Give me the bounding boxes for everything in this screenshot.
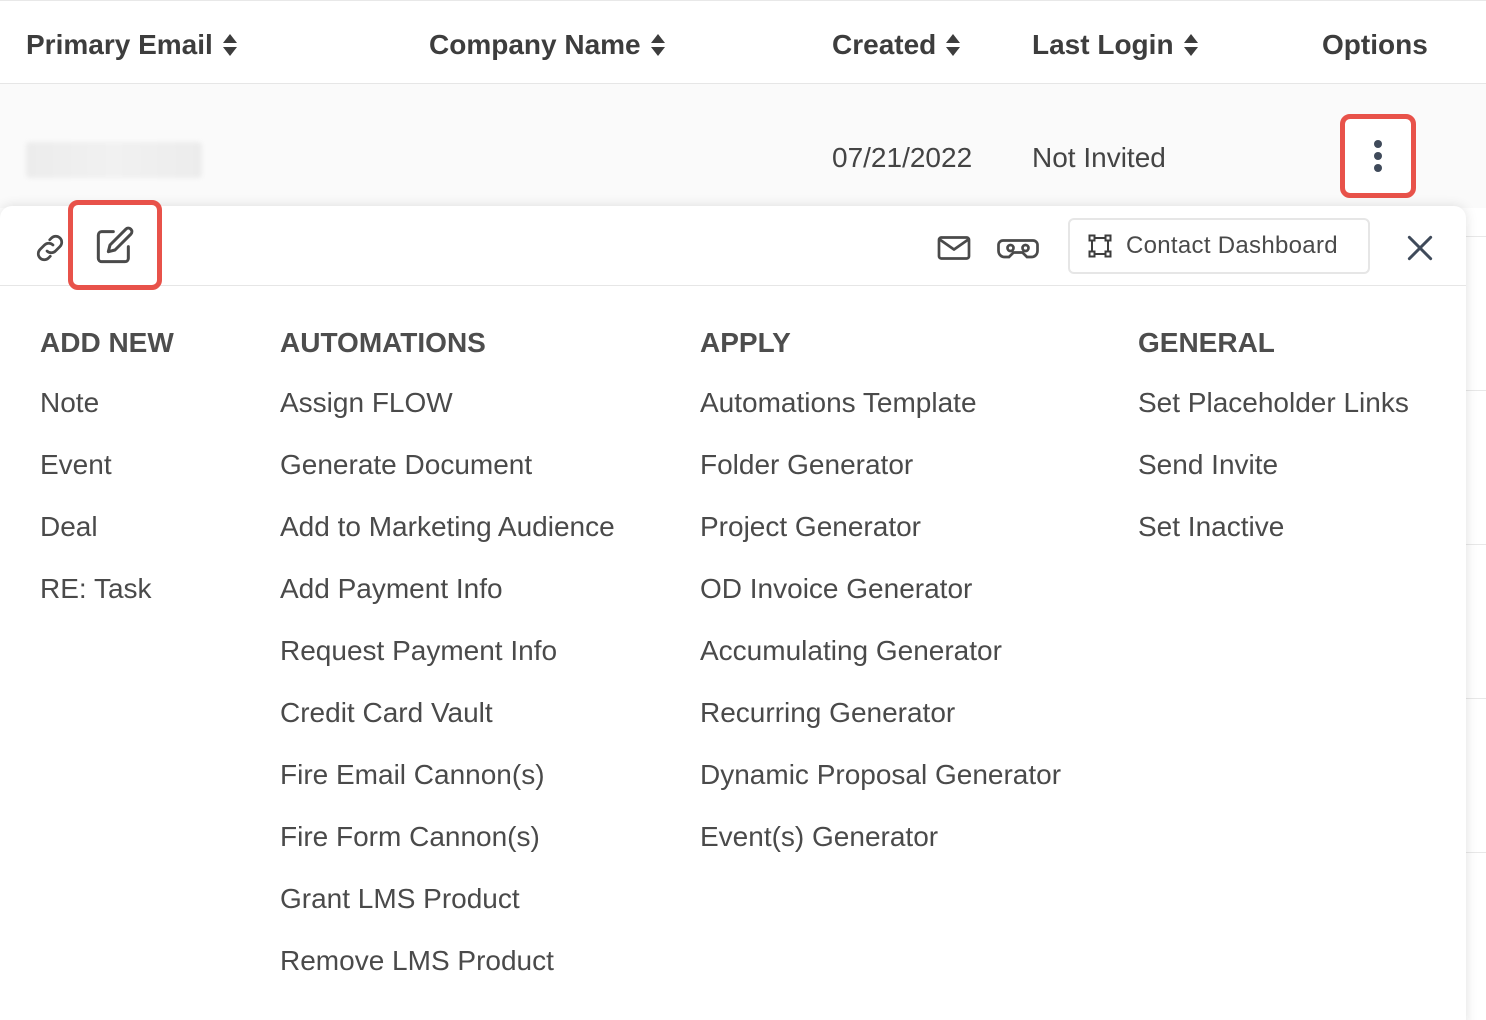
vr-goggles-icon[interactable] [996,228,1040,268]
menu-column-add-new: ADD NEW Note Event Deal RE: Task [40,326,174,634]
created-date: 07/21/2022 [832,142,973,173]
menu-item-recurring-generator[interactable]: Recurring Generator [700,696,1061,758]
column-header-label: Options [1322,29,1428,60]
menu-item-fire-form-cannon[interactable]: Fire Form Cannon(s) [280,820,615,882]
redacted-email [26,142,202,178]
menu-column-automations: AUTOMATIONS Assign FLOW Generate Documen… [280,326,615,1006]
mail-icon[interactable] [934,228,974,268]
menu-item-assign-flow[interactable]: Assign FLOW [280,386,615,448]
last-login-status: Not Invited [1032,142,1166,173]
menu-item-automations-template[interactable]: Automations Template [700,386,1061,448]
column-header-primary-email[interactable]: Primary Email [26,29,239,61]
contact-dashboard-label: Contact Dashboard [1126,232,1338,259]
menu-heading: GENERAL [1138,327,1275,358]
menu-item-send-invite[interactable]: Send Invite [1138,448,1409,510]
menu-item-add-to-marketing-audience[interactable]: Add to Marketing Audience [280,510,615,572]
menu-item-deal[interactable]: Deal [40,510,174,572]
contact-dashboard-button[interactable]: Contact Dashboard [1068,218,1370,274]
column-header-label: Primary Email [26,29,213,60]
sort-icon [1183,34,1198,56]
sort-icon [946,34,961,56]
menu-item-dynamic-proposal-generator[interactable]: Dynamic Proposal Generator [700,758,1061,820]
menu-item-generate-document[interactable]: Generate Document [280,448,615,510]
options-popup-menu: Contact Dashboard ADD NEW Note Event Dea… [0,200,1466,1020]
column-header-created[interactable]: Created [832,29,962,61]
menu-item-od-invoice-generator[interactable]: OD Invoice Generator [700,572,1061,634]
column-header-label: Created [832,29,937,60]
menu-item-accumulating-generator[interactable]: Accumulating Generator [700,634,1061,696]
column-header-last-login[interactable]: Last Login [1032,29,1200,61]
edit-icon [96,226,134,264]
menu-item-folder-generator[interactable]: Folder Generator [700,448,1061,510]
menu-item-note[interactable]: Note [40,386,174,448]
menu-item-credit-card-vault[interactable]: Credit Card Vault [280,696,615,758]
sort-icon [222,34,237,56]
menu-item-set-inactive[interactable]: Set Inactive [1138,510,1409,572]
popup-toolbar: Contact Dashboard [0,200,1466,290]
column-header-company-name[interactable]: Company Name [429,29,667,61]
options-button[interactable] [1340,114,1416,198]
more-vertical-icon [1374,140,1382,172]
menu-item-request-payment-info[interactable]: Request Payment Info [280,634,615,696]
menu-heading: APPLY [700,327,791,358]
edit-button[interactable] [68,200,162,290]
table-row[interactable]: 07/21/2022 Not Invited [0,84,1486,208]
column-header-options: Options [1322,29,1428,61]
sort-icon [650,34,665,56]
vector-square-icon [1088,234,1112,258]
menu-item-add-payment-info[interactable]: Add Payment Info [280,572,615,634]
table-header: Primary Email Company Name Created Last … [0,0,1486,84]
menu-heading: ADD NEW [40,327,174,358]
menu-item-event[interactable]: Event [40,448,174,510]
menu-item-fire-email-cannon[interactable]: Fire Email Cannon(s) [280,758,615,820]
menu-column-general: GENERAL Set Placeholder Links Send Invit… [1138,326,1409,572]
menu-item-project-generator[interactable]: Project Generator [700,510,1061,572]
menu-item-grant-lms-product[interactable]: Grant LMS Product [280,882,615,944]
column-header-label: Company Name [429,29,641,60]
menu-item-events-generator[interactable]: Event(s) Generator [700,820,1061,882]
menu-heading: AUTOMATIONS [280,327,486,358]
close-icon[interactable] [1400,228,1440,268]
menu-item-remove-lms-product[interactable]: Remove LMS Product [280,944,615,1006]
menu-item-set-placeholder-links[interactable]: Set Placeholder Links [1138,386,1409,448]
column-header-label: Last Login [1032,29,1174,60]
menu-column-apply: APPLY Automations Template Folder Genera… [700,326,1061,882]
link-icon[interactable] [30,228,70,268]
menu-item-re-task[interactable]: RE: Task [40,572,174,634]
